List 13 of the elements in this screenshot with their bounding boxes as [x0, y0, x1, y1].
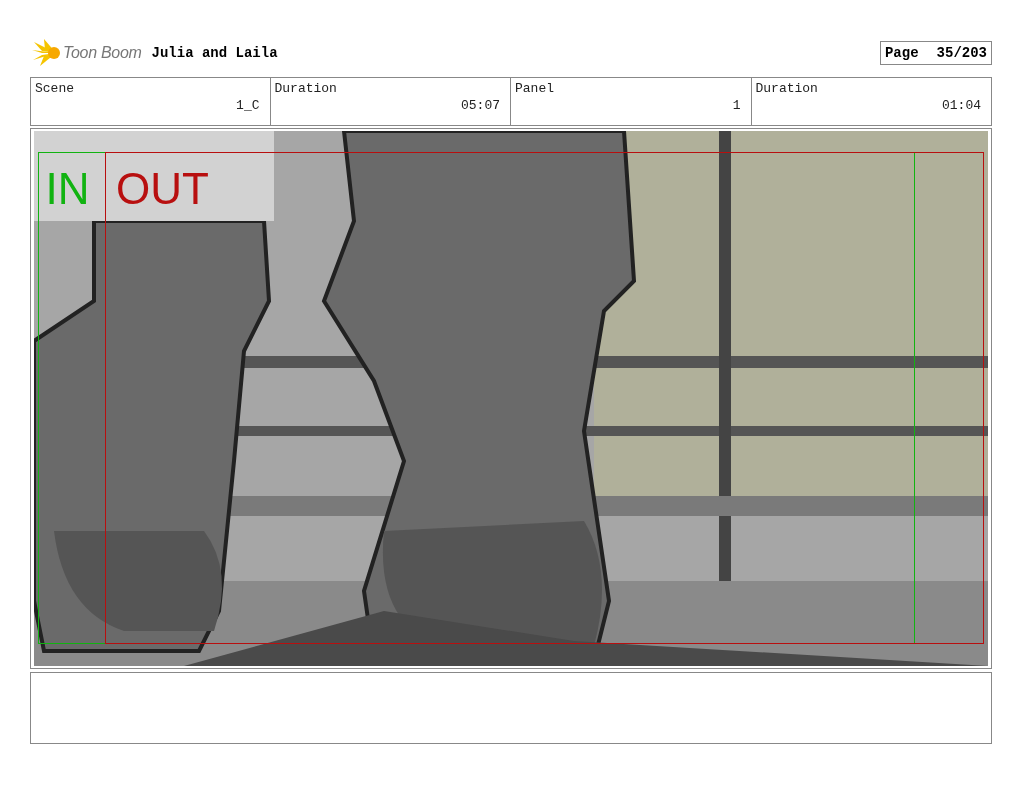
- logo-text: Toon Boom: [63, 44, 142, 62]
- page-counter: Page 35/203: [879, 41, 992, 65]
- frame-label: IN: [45, 167, 90, 211]
- field-label: Duration: [755, 81, 819, 96]
- field-value: 01:04: [941, 98, 981, 113]
- field-label: Duration: [274, 81, 338, 96]
- field-label: Scene: [35, 81, 75, 96]
- field-value: 05:07: [460, 98, 500, 113]
- project-title: Julia and Laila: [151, 45, 279, 61]
- field-value: 1_C: [235, 98, 260, 113]
- field-value: 1: [731, 98, 741, 113]
- field-label: Panel: [515, 81, 555, 96]
- frame-label: OUT: [116, 167, 209, 211]
